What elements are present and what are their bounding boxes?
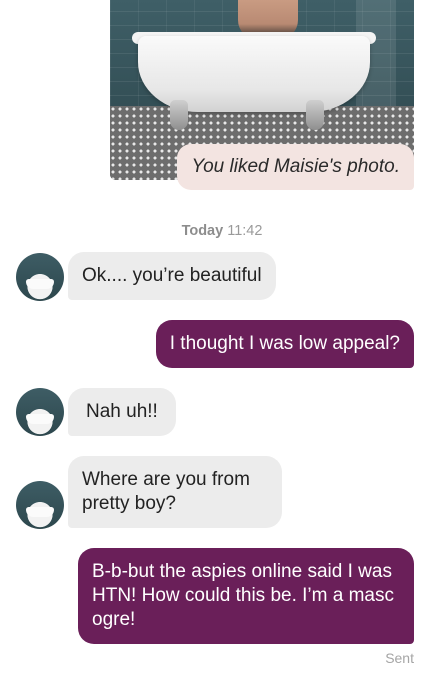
tub-foot	[170, 100, 188, 130]
tub-foot	[306, 100, 324, 130]
message-bubble-outgoing[interactable]: B-b-but the aspies online said I was HTN…	[78, 548, 414, 644]
match-avatar[interactable]	[16, 388, 64, 436]
message-bubble-incoming[interactable]: Where are you from pretty boy?	[68, 456, 282, 528]
sent-status: Sent	[385, 650, 414, 666]
timestamp-day: Today	[181, 223, 224, 239]
message-bubble-outgoing[interactable]: I thought I was low appeal?	[155, 320, 414, 368]
match-avatar[interactable]	[16, 481, 64, 529]
timestamp-time: 11:42	[227, 223, 263, 239]
liked-photo-caption: You liked Maisie's photo.	[177, 144, 414, 190]
message-bubble-incoming[interactable]: Nah uh!!	[68, 388, 176, 436]
message-timestamp: Today 11:42	[0, 223, 444, 239]
match-avatar[interactable]	[16, 253, 64, 301]
message-bubble-incoming[interactable]: Ok.... you’re beautiful	[68, 252, 276, 300]
